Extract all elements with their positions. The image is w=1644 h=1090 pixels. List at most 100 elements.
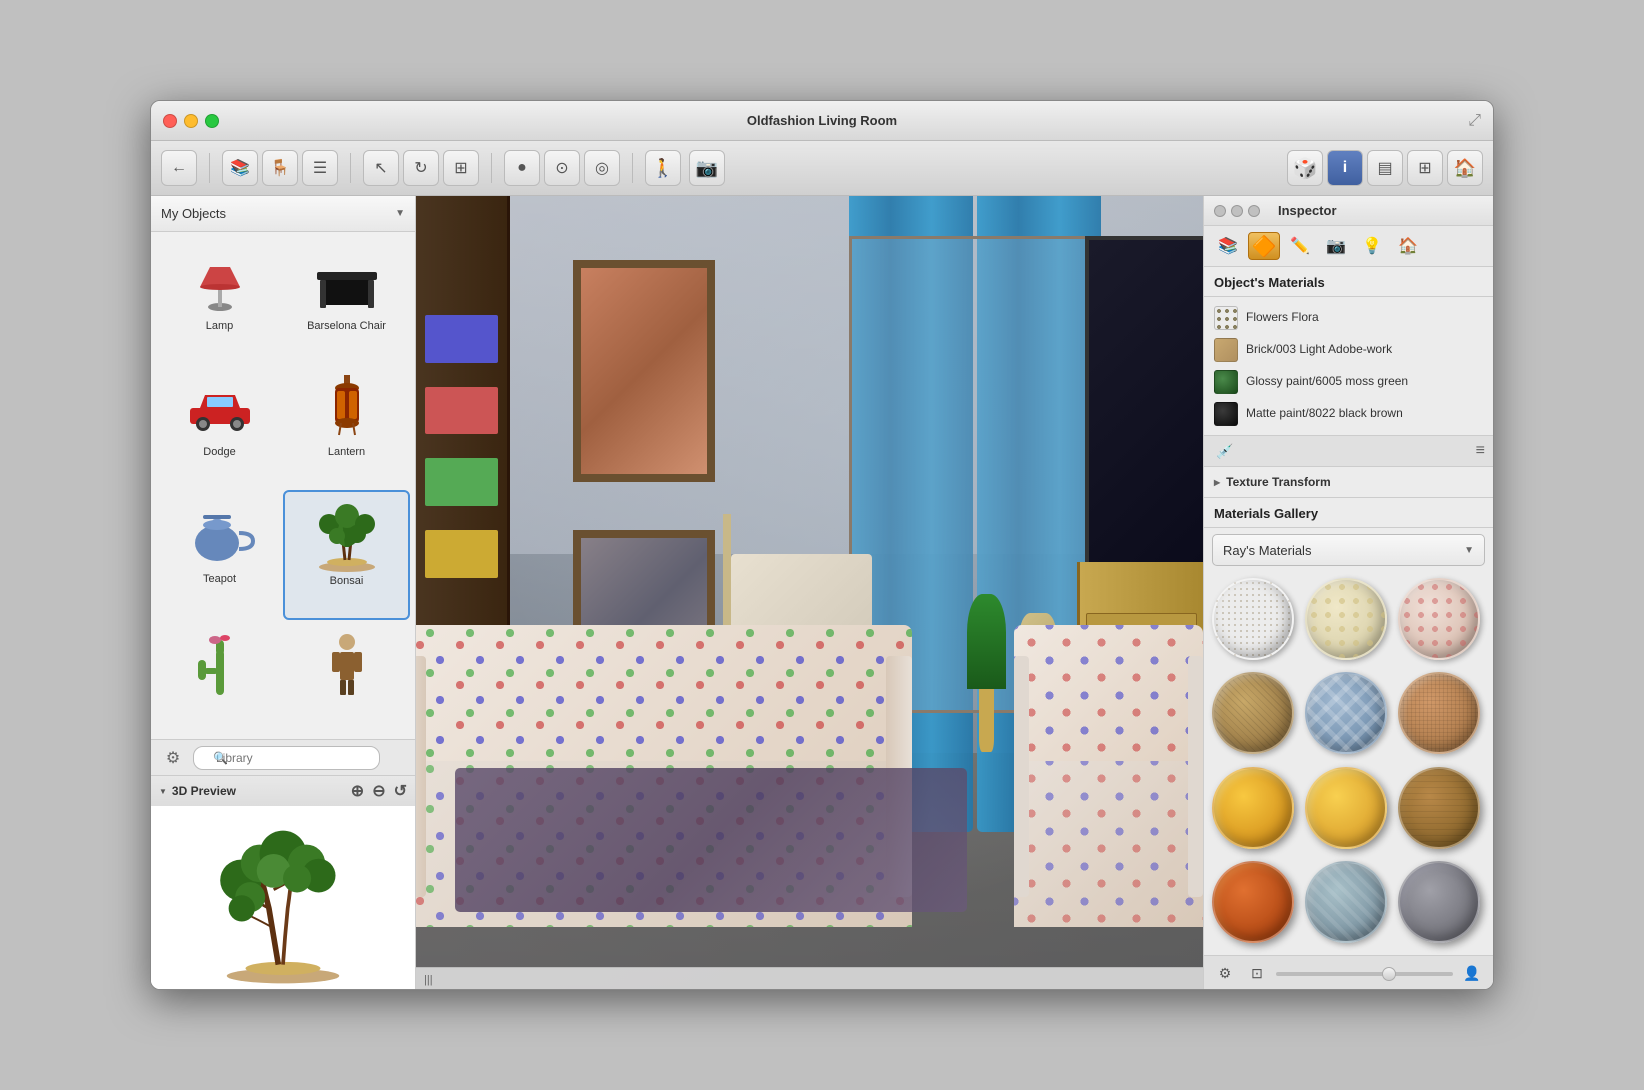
reset-icon[interactable]: ↺ bbox=[394, 781, 407, 801]
rotate-tool[interactable]: ↻ bbox=[403, 150, 439, 186]
toolbar-sep-4 bbox=[632, 153, 633, 183]
object-item-chair[interactable]: Barselona Chair bbox=[283, 237, 410, 363]
gallery-dropdown[interactable]: Ray's Materials ▼ bbox=[1212, 534, 1485, 566]
3d-box-button[interactable]: 🎲 bbox=[1287, 150, 1323, 186]
preview-controls: ⊕ ⊖ ↺ bbox=[351, 781, 407, 801]
objects-button[interactable]: 🪑 bbox=[262, 150, 298, 186]
tab-house[interactable]: 🏠 bbox=[1392, 232, 1424, 260]
insp-maximize-button[interactable] bbox=[1248, 205, 1260, 217]
preview-section: ▼ 3D Preview ⊕ ⊖ ↺ bbox=[151, 775, 415, 990]
gallery-slider[interactable] bbox=[1276, 972, 1453, 976]
object-item-cactus[interactable] bbox=[156, 620, 283, 734]
dodge-icon bbox=[180, 373, 260, 443]
camera-button[interactable]: 📷 bbox=[689, 150, 725, 186]
room-scene bbox=[416, 196, 1203, 990]
list-button[interactable]: ☰ bbox=[302, 150, 338, 186]
library-button[interactable]: 📚 bbox=[222, 150, 258, 186]
material-item-brick[interactable]: Brick/003 Light Adobe-work bbox=[1204, 334, 1493, 366]
tab-library[interactable]: 📚 bbox=[1212, 232, 1244, 260]
tab-bulb[interactable]: 💡 bbox=[1356, 232, 1388, 260]
flowers-flora-name: Flowers Flora bbox=[1246, 310, 1483, 326]
slider-thumb[interactable] bbox=[1382, 967, 1396, 981]
viewport: ||| bbox=[416, 196, 1203, 990]
zoom-in-icon[interactable]: ⊕ bbox=[351, 781, 364, 801]
objects-dropdown[interactable]: My Objects ▼ bbox=[151, 196, 415, 232]
inspector-tabs: 📚 🔶 ✏️ 📷 💡 🏠 bbox=[1204, 226, 1493, 267]
walk-button[interactable]: 🚶 bbox=[645, 150, 681, 186]
mat-ball-9[interactable] bbox=[1398, 767, 1480, 849]
materials-list: Flowers Flora Brick/003 Light Adobe-work… bbox=[1204, 297, 1493, 435]
right-toolbar: 🎲 i ▤ ⊞ 🏠 bbox=[1287, 150, 1483, 186]
gallery-export-button[interactable]: ⊡ bbox=[1244, 962, 1270, 986]
gallery-gear-button[interactable]: ⚙ bbox=[1212, 962, 1238, 986]
figure-icon bbox=[307, 630, 387, 700]
gear-button[interactable]: ⚙ bbox=[159, 744, 187, 772]
preview-label: 3D Preview bbox=[172, 784, 236, 798]
house-button[interactable]: 🏠 bbox=[1447, 150, 1483, 186]
search-wrapper: 🔍 bbox=[193, 746, 407, 770]
mat-ball-6[interactable] bbox=[1398, 672, 1480, 754]
mat-ball-10[interactable] bbox=[1212, 861, 1294, 943]
back-button[interactable]: ← bbox=[161, 150, 197, 186]
flowers-flora-swatch bbox=[1214, 306, 1238, 330]
preview-header[interactable]: ▼ 3D Preview ⊕ ⊖ ↺ bbox=[151, 776, 415, 806]
texture-transform[interactable]: ▶ Texture Transform bbox=[1204, 467, 1493, 498]
object-item-dodge[interactable]: Dodge bbox=[156, 363, 283, 489]
gallery-person-button[interactable]: 👤 bbox=[1459, 962, 1485, 986]
gallery-dropdown-label: Ray's Materials bbox=[1223, 543, 1311, 558]
object-item-teapot[interactable]: Teapot bbox=[156, 490, 283, 620]
mat-ball-4[interactable] bbox=[1212, 672, 1294, 754]
toolbar: ← 📚 🪑 ☰ ↖ ↻ ⊞ ● ⊙ ◎ 🚶 📷 🎲 i ▤ ⊞ 🏠 bbox=[151, 141, 1493, 196]
insp-minimize-button[interactable] bbox=[1231, 205, 1243, 217]
object-item-lantern[interactable]: Lantern bbox=[283, 363, 410, 489]
render-buttons: ● ⊙ ◎ bbox=[504, 150, 620, 186]
resize-button[interactable]: ⤢ bbox=[1468, 112, 1481, 130]
tab-sphere[interactable]: 🔶 bbox=[1248, 232, 1280, 260]
viewport-bottom-bar: ||| bbox=[416, 967, 1203, 990]
material-item-glossy[interactable]: Glossy paint/6005 moss green bbox=[1204, 366, 1493, 398]
bonsai-icon bbox=[307, 502, 387, 572]
view-buttons: 📚 🪑 ☰ bbox=[222, 150, 338, 186]
glossy-name: Glossy paint/6005 moss green bbox=[1246, 374, 1483, 390]
mat-ball-12[interactable] bbox=[1398, 861, 1480, 943]
layout1-button[interactable]: ▤ bbox=[1367, 150, 1403, 186]
material-item-flowers-flora[interactable]: Flowers Flora bbox=[1204, 302, 1493, 334]
eyedropper-button[interactable]: 💉 bbox=[1212, 439, 1238, 463]
circle-button[interactable]: ◎ bbox=[584, 150, 620, 186]
mat-ball-11[interactable] bbox=[1305, 861, 1387, 943]
minimize-button[interactable] bbox=[184, 114, 198, 128]
brick-name: Brick/003 Light Adobe-work bbox=[1246, 342, 1483, 358]
tool-buttons: ↖ ↻ ⊞ bbox=[363, 150, 479, 186]
object-item-bonsai[interactable]: Bonsai bbox=[283, 490, 410, 620]
info-button[interactable]: i bbox=[1327, 150, 1363, 186]
object-item-lamp[interactable]: Lamp bbox=[156, 237, 283, 363]
tab-pencil[interactable]: ✏️ bbox=[1284, 232, 1316, 260]
mat-ball-2[interactable] bbox=[1305, 578, 1387, 660]
insp-close-button[interactable] bbox=[1214, 205, 1226, 217]
mat-ball-8[interactable] bbox=[1305, 767, 1387, 849]
link-tool[interactable]: ⊞ bbox=[443, 150, 479, 186]
lantern-icon bbox=[307, 373, 387, 443]
zoom-out-icon[interactable]: ⊖ bbox=[372, 781, 385, 801]
more-button[interactable]: ≡ bbox=[1476, 442, 1485, 460]
tt-triangle-icon: ▶ bbox=[1214, 478, 1220, 487]
gallery-bottom-bar: ⚙ ⊡ 👤 bbox=[1204, 955, 1493, 990]
close-button[interactable] bbox=[163, 114, 177, 128]
mat-ball-7[interactable] bbox=[1212, 767, 1294, 849]
mat-ball-1[interactable] bbox=[1212, 578, 1294, 660]
object-item-figure[interactable] bbox=[283, 620, 410, 734]
materials-gallery-header: Materials Gallery bbox=[1204, 498, 1493, 528]
tab-camera[interactable]: 📷 bbox=[1320, 232, 1352, 260]
record-button[interactable]: ● bbox=[504, 150, 540, 186]
select-tool[interactable]: ↖ bbox=[363, 150, 399, 186]
material-item-matte[interactable]: Matte paint/8022 black brown bbox=[1204, 398, 1493, 430]
maximize-button[interactable] bbox=[205, 114, 219, 128]
mat-ball-5[interactable] bbox=[1305, 672, 1387, 754]
cactus-icon bbox=[180, 630, 260, 700]
objects-materials-header: Object's Materials bbox=[1204, 267, 1493, 297]
mat-ball-3[interactable] bbox=[1398, 578, 1480, 660]
inspector-titlebar: Inspector bbox=[1204, 196, 1493, 226]
search-input[interactable] bbox=[193, 746, 380, 770]
dot-button[interactable]: ⊙ bbox=[544, 150, 580, 186]
layout2-button[interactable]: ⊞ bbox=[1407, 150, 1443, 186]
